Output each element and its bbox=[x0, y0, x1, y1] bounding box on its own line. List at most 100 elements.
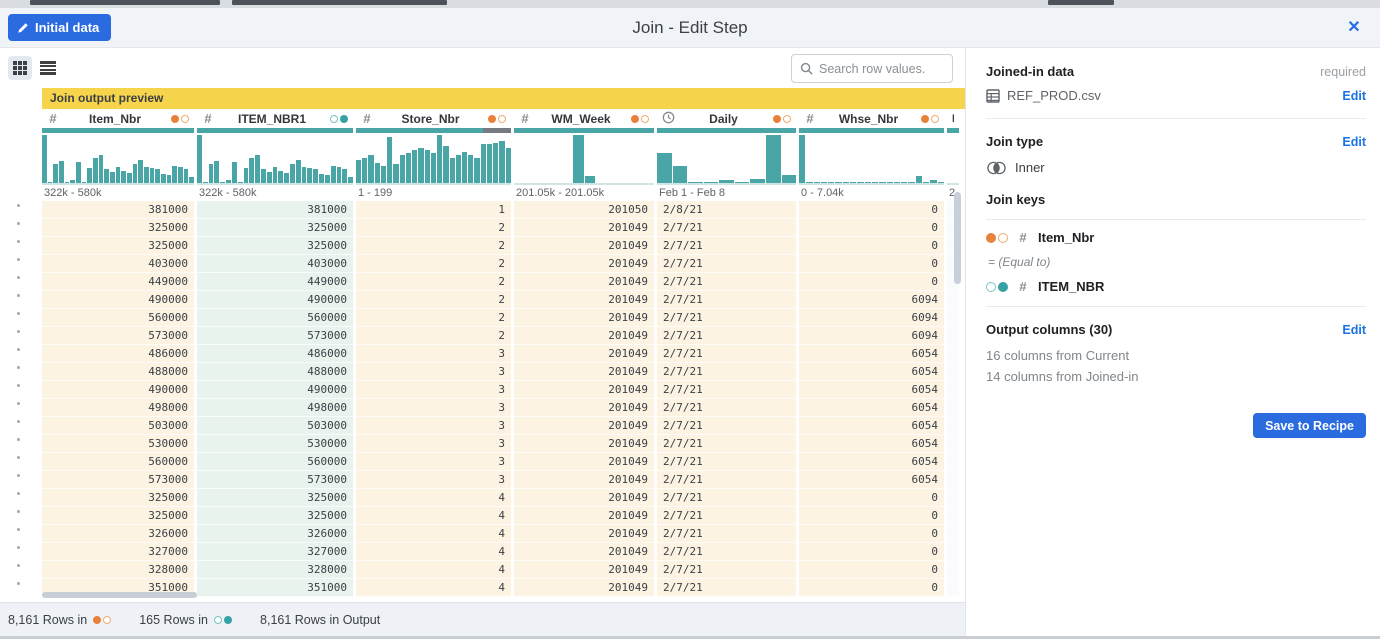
histogram-bar[interactable] bbox=[879, 182, 885, 183]
table-cell[interactable] bbox=[947, 453, 959, 471]
table-cell[interactable]: 6054 bbox=[799, 471, 944, 489]
table-cell[interactable]: 2 bbox=[356, 309, 511, 327]
histogram-bar[interactable] bbox=[843, 182, 849, 183]
histogram-bar[interactable] bbox=[362, 158, 367, 183]
table-cell[interactable]: 201049 bbox=[514, 417, 654, 435]
table-cell[interactable] bbox=[947, 363, 959, 381]
table-cell[interactable]: 573000 bbox=[197, 471, 353, 489]
column-header[interactable]: R bbox=[947, 109, 959, 128]
histogram-bar[interactable] bbox=[273, 167, 278, 183]
table-cell[interactable]: 0 bbox=[799, 543, 944, 561]
table-cell[interactable]: 2 bbox=[356, 219, 511, 237]
table-cell[interactable] bbox=[947, 471, 959, 489]
table-cell[interactable]: 6054 bbox=[799, 399, 944, 417]
search-input[interactable] bbox=[819, 62, 944, 76]
table-cell[interactable]: 4 bbox=[356, 507, 511, 525]
table-cell[interactable]: 6054 bbox=[799, 453, 944, 471]
table-cell[interactable] bbox=[947, 579, 959, 597]
table-cell[interactable]: 3 bbox=[356, 399, 511, 417]
histogram-bar[interactable] bbox=[342, 169, 347, 183]
table-cell[interactable]: 3 bbox=[356, 363, 511, 381]
histogram-bar[interactable] bbox=[232, 162, 237, 183]
column-header[interactable]: Daily bbox=[657, 109, 796, 128]
grid-view-icon[interactable] bbox=[8, 56, 32, 80]
histogram-bar[interactable] bbox=[766, 135, 781, 183]
table-cell[interactable]: 201049 bbox=[514, 507, 654, 525]
table-cell[interactable] bbox=[947, 309, 959, 327]
histogram-bar[interactable] bbox=[857, 182, 863, 183]
table-cell[interactable]: 490000 bbox=[197, 291, 353, 309]
table-cell[interactable]: 2/7/21 bbox=[657, 561, 796, 579]
table-cell[interactable] bbox=[947, 435, 959, 453]
histogram-bar[interactable] bbox=[938, 182, 944, 183]
table-cell[interactable]: 201049 bbox=[514, 237, 654, 255]
histogram-bar[interactable] bbox=[828, 182, 834, 183]
table-cell[interactable]: 0 bbox=[799, 237, 944, 255]
column-header[interactable]: #Whse_Nbr bbox=[799, 109, 944, 128]
histogram-bar[interactable] bbox=[189, 177, 194, 183]
table-cell[interactable]: 381000 bbox=[42, 201, 194, 219]
table-cell[interactable]: 2/7/21 bbox=[657, 345, 796, 363]
table-cell[interactable] bbox=[947, 525, 959, 543]
table-cell[interactable]: 328000 bbox=[197, 561, 353, 579]
histogram-bar[interactable] bbox=[481, 144, 486, 183]
table-cell[interactable]: 327000 bbox=[197, 543, 353, 561]
histogram-bar[interactable] bbox=[172, 166, 177, 183]
histogram-bar[interactable] bbox=[116, 167, 121, 183]
histogram-bar[interactable] bbox=[284, 173, 289, 183]
histogram-bar[interactable] bbox=[313, 169, 318, 183]
histogram-bar[interactable] bbox=[161, 174, 166, 183]
table-cell[interactable]: 403000 bbox=[197, 255, 353, 273]
histogram-bar[interactable] bbox=[393, 164, 398, 183]
table-cell[interactable] bbox=[947, 399, 959, 417]
table-cell[interactable]: 4 bbox=[356, 543, 511, 561]
histogram-bar[interactable] bbox=[184, 169, 189, 183]
histogram-bar[interactable] bbox=[214, 161, 219, 183]
histogram-bar[interactable] bbox=[894, 182, 900, 183]
histogram-bar[interactable] bbox=[356, 160, 361, 183]
table-cell[interactable]: 0 bbox=[799, 561, 944, 579]
histogram-bar[interactable] bbox=[719, 180, 734, 183]
histogram-bar[interactable] bbox=[325, 175, 330, 183]
table-cell[interactable]: 503000 bbox=[42, 417, 194, 435]
histogram-bar[interactable] bbox=[59, 161, 64, 183]
table-cell[interactable]: 6054 bbox=[799, 345, 944, 363]
table-cell[interactable]: 351000 bbox=[197, 579, 353, 597]
histogram-bar[interactable] bbox=[688, 182, 703, 183]
table-cell[interactable]: 3 bbox=[356, 453, 511, 471]
save-to-recipe-button[interactable]: Save to Recipe bbox=[1253, 413, 1366, 438]
table-cell[interactable]: 201049 bbox=[514, 273, 654, 291]
table-cell[interactable]: 325000 bbox=[42, 219, 194, 237]
column-header[interactable]: #Store_Nbr bbox=[356, 109, 511, 128]
histogram-bar[interactable] bbox=[65, 182, 70, 183]
close-icon[interactable]: ✕ bbox=[1342, 16, 1366, 40]
edit-output-columns-link[interactable]: Edit bbox=[1342, 323, 1366, 337]
table-cell[interactable]: 486000 bbox=[42, 345, 194, 363]
histogram-bar[interactable] bbox=[573, 135, 584, 183]
histogram-bar[interactable] bbox=[104, 169, 109, 183]
table-cell[interactable] bbox=[947, 507, 959, 525]
table-cell[interactable]: 3 bbox=[356, 345, 511, 363]
histogram-bar[interactable] bbox=[585, 176, 596, 183]
histogram-bar[interactable] bbox=[121, 171, 126, 183]
table-cell[interactable]: 449000 bbox=[197, 273, 353, 291]
table-cell[interactable]: 201049 bbox=[514, 489, 654, 507]
histogram-bar[interactable] bbox=[138, 160, 143, 183]
histogram-bar[interactable] bbox=[70, 180, 75, 183]
table-cell[interactable]: 2/7/21 bbox=[657, 453, 796, 471]
histogram-bar[interactable] bbox=[923, 182, 929, 183]
histogram-bar[interactable] bbox=[127, 173, 132, 183]
table-cell[interactable] bbox=[947, 489, 959, 507]
table-cell[interactable]: 3 bbox=[356, 381, 511, 399]
table-cell[interactable]: 2/7/21 bbox=[657, 435, 796, 453]
table-cell[interactable]: 4 bbox=[356, 561, 511, 579]
table-cell[interactable]: 2/7/21 bbox=[657, 219, 796, 237]
table-cell[interactable]: 0 bbox=[799, 525, 944, 543]
histogram-bar[interactable] bbox=[296, 160, 301, 183]
histogram-bar[interactable] bbox=[249, 158, 254, 183]
table-cell[interactable] bbox=[947, 381, 959, 399]
table-cell[interactable]: 325000 bbox=[42, 507, 194, 525]
histogram-bar[interactable] bbox=[908, 182, 914, 183]
table-cell[interactable]: 325000 bbox=[42, 237, 194, 255]
histogram-bar[interactable] bbox=[456, 155, 461, 183]
